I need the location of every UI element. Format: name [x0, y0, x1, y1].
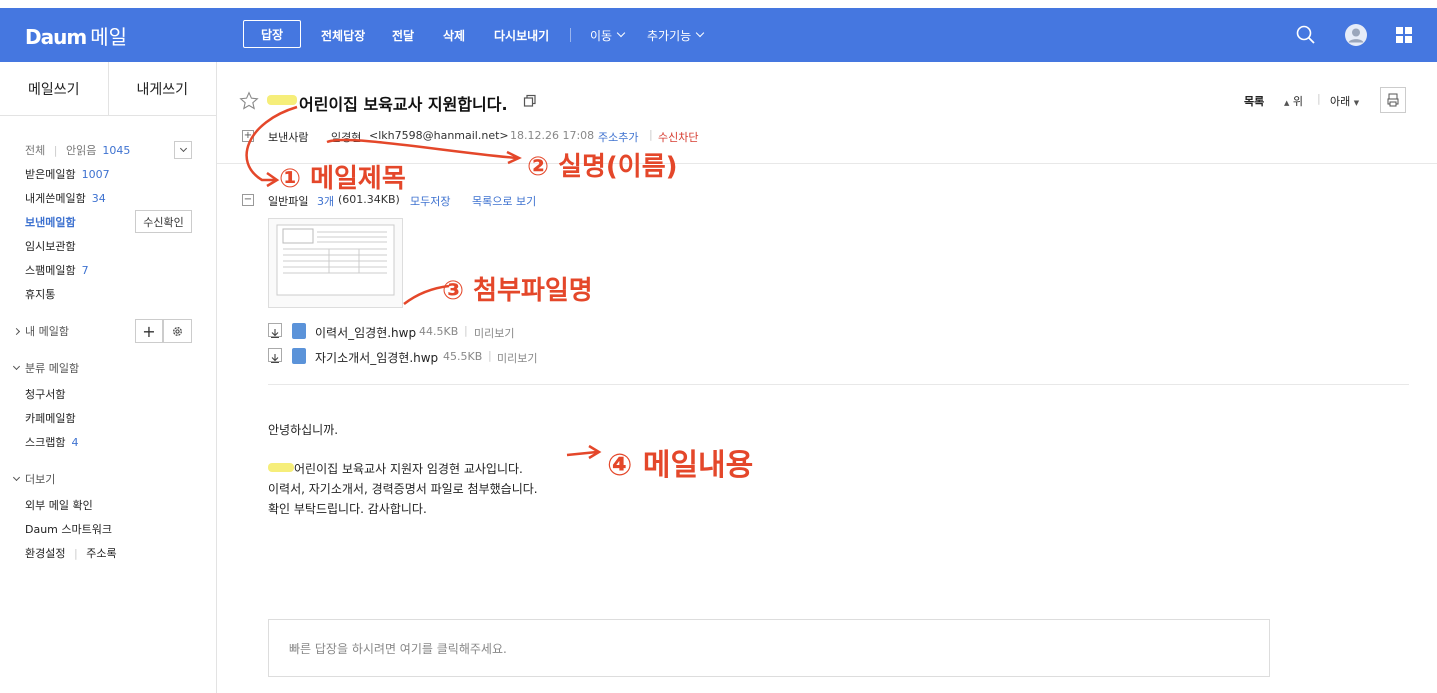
sidebar-item-trash[interactable]: 휴지통: [25, 286, 55, 302]
inbox-count: 1007: [81, 168, 110, 181]
chevron-down-icon: [695, 28, 705, 38]
chevron-down-icon: [179, 144, 187, 153]
my-folders-label: 내 메일함: [25, 325, 69, 338]
sidebar-item-cafe[interactable]: 카페메일함: [25, 410, 76, 426]
sidebar-categories[interactable]: 분류 메일함: [12, 360, 80, 376]
sidebar-item-external[interactable]: 외부 메일 확인: [25, 497, 93, 513]
resend-button[interactable]: 다시보내기: [494, 8, 549, 62]
sidebar: 메일쓰기 내게쓰기 전체 | 안읽음 1045 받은메일함 1007 내게쓴메일함 3…: [0, 62, 217, 693]
toolbar-divider: [570, 28, 571, 42]
sidebar-item-inbox[interactable]: 받은메일함 1007: [25, 166, 110, 182]
spam-label: 스팸메일함: [25, 264, 76, 277]
sidebar-item-drafts[interactable]: 임시보관함: [25, 238, 76, 254]
sidebar-item-tome[interactable]: 내게쓴메일함 34: [25, 190, 106, 206]
chevron-down-icon: [12, 473, 21, 482]
folder-expand-toggle[interactable]: [174, 141, 192, 159]
write-to-self-button[interactable]: 내게쓰기: [109, 62, 217, 115]
move-label: 이동: [590, 28, 613, 43]
folder-settings-button[interactable]: [163, 319, 192, 343]
gear-icon: [173, 326, 182, 336]
sidebar-all-unread: 전체 | 안읽음 1045: [25, 142, 130, 158]
sidebar-settings-contacts: 환경설정 | 주소록: [25, 545, 117, 561]
annotation-subject: ① 메일제목: [279, 164, 406, 194]
more-label: 더보기: [25, 473, 56, 486]
annotation-attachment: ③ 첨부파일명: [442, 276, 593, 306]
apps-grid-icon[interactable]: [1392, 23, 1416, 47]
annotation-arrows: [245, 105, 602, 460]
more-features-dropdown[interactable]: 추가기능: [647, 8, 705, 62]
scrap-label: 스크랩함: [25, 436, 66, 449]
logo-text: Daum: [25, 25, 87, 49]
reply-button[interactable]: 답장: [243, 20, 301, 48]
daum-mail-logo[interactable]: Daum 메일: [25, 21, 127, 50]
add-folder-button[interactable]: +: [135, 319, 163, 343]
sidebar-item-scrap[interactable]: 스크랩함 4: [25, 434, 78, 450]
divider: |: [73, 547, 78, 560]
annotation-content: ④ 메일내용: [607, 448, 754, 483]
sidebar-item-smartwork[interactable]: Daum 스마트워크: [25, 521, 112, 537]
move-dropdown[interactable]: 이동: [590, 8, 626, 62]
tome-count: 34: [91, 192, 106, 205]
tome-label: 내게쓴메일함: [25, 192, 86, 205]
forward-button[interactable]: 전달: [392, 8, 414, 62]
compose-button[interactable]: 메일쓰기: [0, 62, 109, 115]
read-check-button[interactable]: 수신확인: [135, 210, 192, 233]
contacts-link[interactable]: 주소록: [86, 547, 116, 560]
unread-link[interactable]: 안읽음: [66, 144, 96, 157]
categories-label: 분류 메일함: [25, 362, 80, 375]
sidebar-item-spam[interactable]: 스팸메일함 7: [25, 262, 89, 278]
unread-count: 1045: [102, 144, 131, 157]
mail-view: 어린이집 보육교사 지원합니다. 목록 ▲ 위 | 아래 ▼ + 보낸사람 임경…: [217, 62, 1437, 693]
scrap-count: 4: [71, 436, 79, 449]
search-icon[interactable]: [1294, 23, 1318, 47]
sidebar-my-folders[interactable]: 내 메일함: [12, 323, 69, 339]
avatar-icon[interactable]: [1344, 23, 1368, 47]
chevron-right-icon: [12, 327, 21, 336]
chevron-down-icon: [616, 28, 626, 38]
settings-link[interactable]: 환경설정: [25, 547, 65, 560]
reply-all-button[interactable]: 전체답장: [321, 8, 365, 62]
inbox-label: 받은메일함: [25, 168, 76, 181]
top-strip: [0, 0, 1437, 8]
plus-icon: +: [142, 321, 156, 341]
sidebar-more[interactable]: 더보기: [12, 471, 56, 487]
sidebar-item-bills[interactable]: 청구서함: [25, 386, 65, 402]
sidebar-item-sent[interactable]: 보낸메일함: [25, 214, 76, 230]
more-label: 추가기능: [647, 28, 692, 43]
delete-button[interactable]: 삭제: [443, 8, 465, 62]
logo-service: 메일: [90, 25, 127, 49]
spam-count: 7: [81, 264, 89, 277]
divider: |: [53, 144, 58, 157]
chevron-down-icon: [12, 362, 21, 371]
compose-bar: 메일쓰기 내게쓰기: [0, 62, 216, 116]
annotation-name: ② 실명(이름): [527, 152, 678, 182]
all-link[interactable]: 전체: [25, 144, 45, 157]
top-header: Daum 메일 답장 전체답장 전달 삭제 다시보내기 이동 추가기능: [0, 8, 1437, 62]
